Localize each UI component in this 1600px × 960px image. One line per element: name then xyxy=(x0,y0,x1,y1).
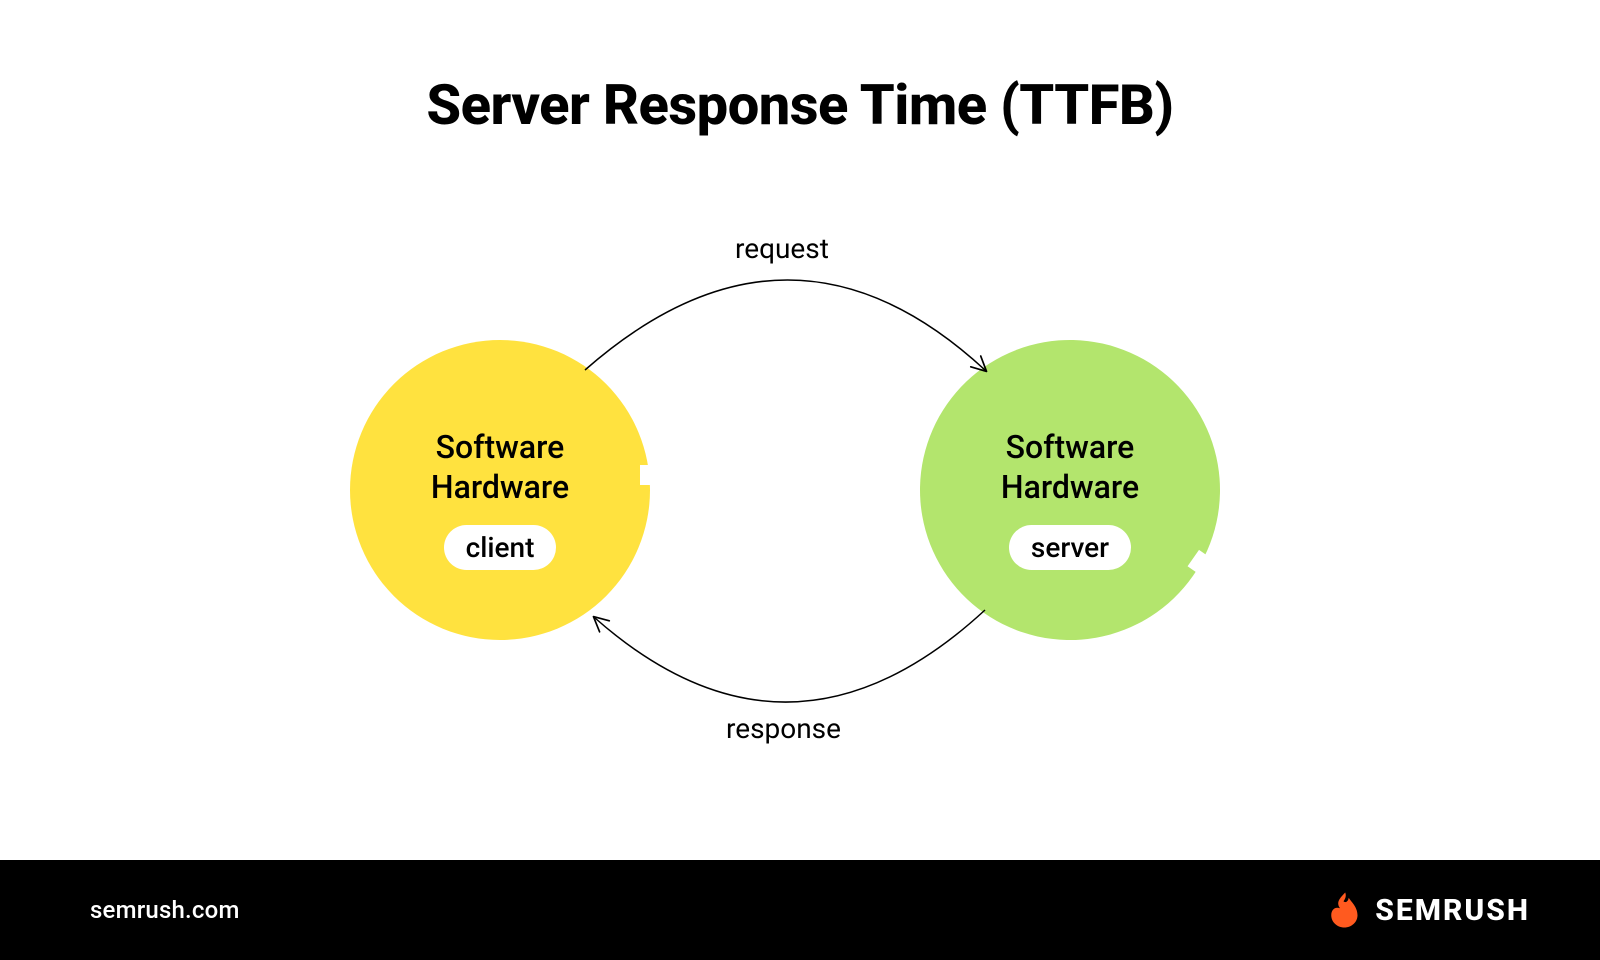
request-label: request xyxy=(735,232,829,265)
client-pill: client xyxy=(444,525,557,570)
brand: SEMRUSH xyxy=(1319,889,1530,931)
server-line1: Software xyxy=(1001,427,1139,467)
server-node: Software Hardware server xyxy=(920,340,1220,640)
footer-site: semrush.com xyxy=(90,896,240,924)
server-pill: server xyxy=(1009,525,1131,570)
server-line2: Hardware xyxy=(1001,467,1139,507)
client-node: Software Hardware client xyxy=(350,340,650,640)
brand-name: SEMRUSH xyxy=(1375,893,1530,928)
response-label: response xyxy=(726,712,841,745)
footer-bar: semrush.com SEMRUSH xyxy=(0,860,1600,960)
client-line2: Hardware xyxy=(431,467,569,507)
diagram-stage: Server Response Time (TTFB) xyxy=(0,0,1600,960)
brand-fire-icon xyxy=(1319,889,1361,931)
client-line1: Software xyxy=(431,427,569,467)
